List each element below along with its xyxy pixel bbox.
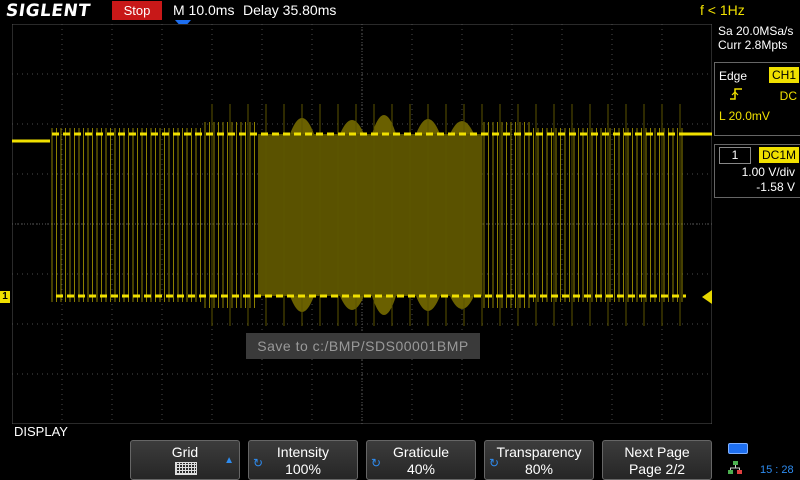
waveform-canvas — [12, 24, 712, 424]
softkey-value: Page 2/2 — [628, 461, 686, 477]
trigger-level: L 20.0mV — [719, 109, 770, 123]
up-arrow-icon: ▲ — [224, 455, 234, 466]
brand-logo: SIGLENT — [4, 1, 92, 21]
softkey-label: Intensity — [276, 444, 330, 460]
channel-coupling-badge: DC1M — [758, 147, 799, 163]
transparency-softkey[interactable]: ↻ Transparency 80% — [484, 440, 594, 480]
usb-icon — [728, 443, 748, 454]
trigger-coupling: DC — [779, 89, 797, 103]
frequency-readout: f < 1Hz — [700, 2, 745, 18]
memory-depth-readout: Curr 2.8Mpts — [718, 38, 788, 52]
softkey-value: 80% — [524, 461, 554, 477]
softkey-label: Graticule — [392, 444, 450, 460]
network-icon — [728, 461, 742, 474]
rising-edge-icon — [729, 87, 743, 104]
intensity-softkey[interactable]: ↻ Intensity 100% — [248, 440, 358, 480]
channel-1-info-panel[interactable]: 1 DC1M 1.00 V/div -1.58 V — [714, 144, 800, 198]
channel-vertical-scale: 1.00 V/div — [741, 165, 795, 179]
run-stop-indicator[interactable]: Stop — [112, 1, 162, 20]
menu-title: DISPLAY — [14, 424, 68, 439]
grid-icon — [175, 462, 197, 475]
sample-rate-readout: Sa 20.0MSa/s — [718, 24, 794, 38]
softkey-label: Grid — [171, 444, 199, 460]
channel-1-offset-marker[interactable]: 1 — [0, 291, 10, 303]
trigger-level-marker-icon[interactable] — [702, 290, 712, 304]
waveform-display[interactable] — [12, 24, 712, 424]
softkey-label: Transparency — [496, 444, 582, 460]
softkey-value: 100% — [285, 461, 321, 477]
status-bar: SIGLENT Stop M 10.0ms Delay 35.80ms f < … — [0, 0, 800, 22]
save-status-message: Save to c:/BMP/SDS00001BMP — [246, 333, 480, 359]
trigger-type: Edge — [719, 69, 748, 83]
trigger-source-badge: CH1 — [768, 67, 799, 83]
trigger-info-panel[interactable]: Edge CH1 DC L 20.0mV — [714, 62, 800, 136]
delay-readout: Delay 35.80ms — [243, 2, 337, 18]
grid-softkey[interactable]: Grid ▲ — [130, 440, 240, 480]
clock-readout: 15 : 28 — [760, 464, 794, 476]
softkey-label: Next Page — [624, 444, 690, 460]
timebase-readout: M 10.0ms — [173, 2, 235, 18]
channel-number: 1 — [719, 147, 751, 164]
next-page-softkey[interactable]: Next Page Page 2/2 — [602, 440, 712, 480]
waveform-dense-region — [258, 134, 482, 296]
softkey-value: 40% — [406, 461, 436, 477]
graticule-softkey[interactable]: ↻ Graticule 40% — [366, 440, 476, 480]
channel-offset: -1.58 V — [756, 180, 795, 194]
